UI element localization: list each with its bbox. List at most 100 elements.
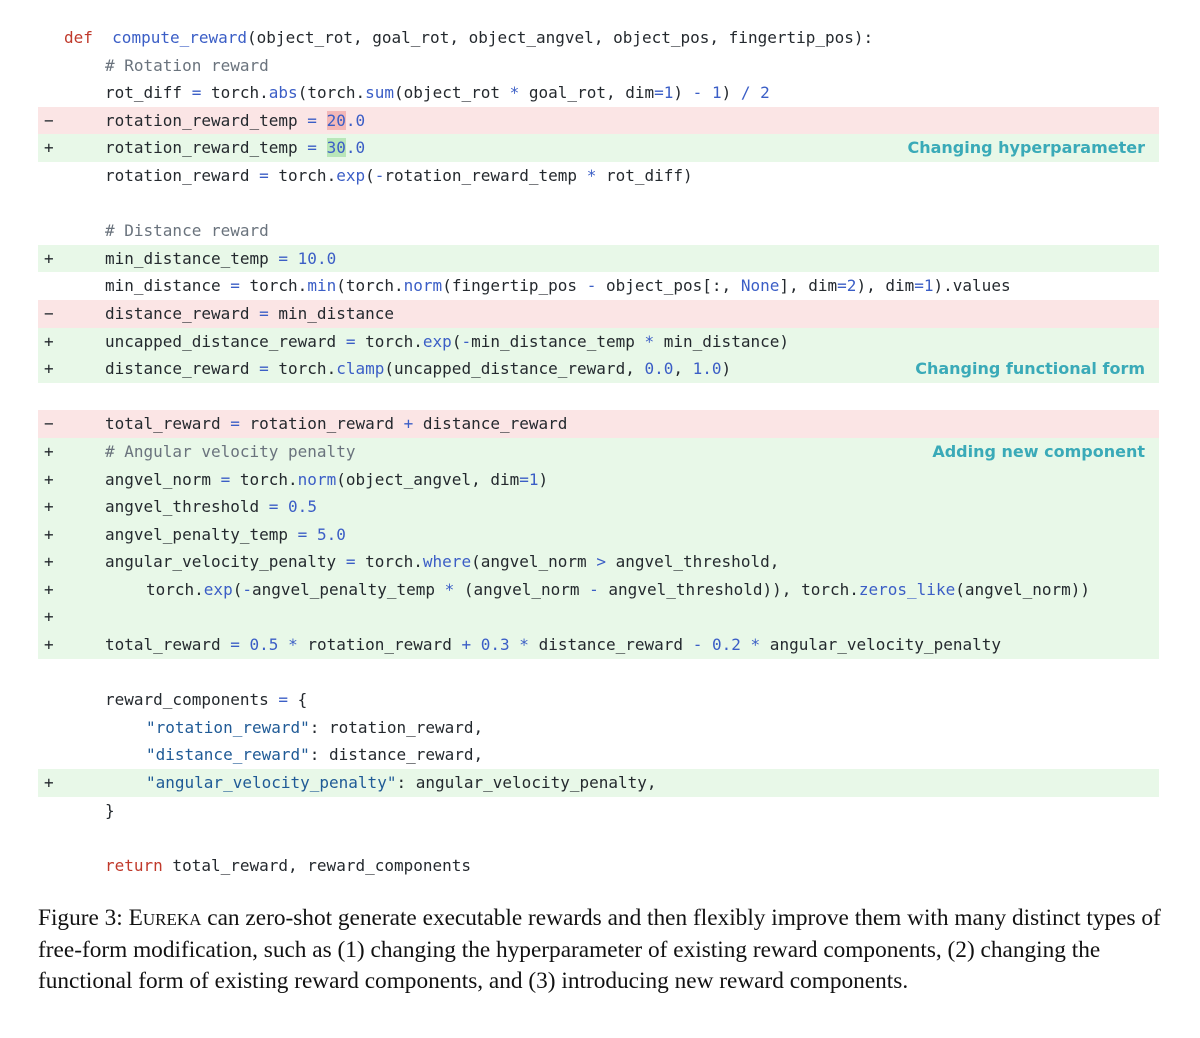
diff-line-added: + uncapped_distance_reward = torch.exp(-m…	[38, 327, 1159, 356]
code-token: reward_components	[105, 690, 279, 710]
code-token: (angvel_norm	[471, 552, 597, 572]
code-token: (object_rot, goal_rot, object_angvel, ob…	[247, 28, 874, 47]
code-text: torch.exp(-angvel_penalty_temp * (angvel…	[146, 576, 1090, 604]
code-token: .0	[345, 138, 366, 158]
diff-line-added: + min_distance_temp = 10.0	[38, 244, 1159, 273]
diff-line-added: + torch.exp(-angvel_penalty_temp * (angve…	[38, 575, 1159, 604]
diff-line-added: + angvel_penalty_temp = 5.0	[38, 520, 1159, 549]
diff-line-added: + rotation_reward_temp = 30.0 Changing hyp…	[38, 134, 1159, 162]
code-token: exp	[336, 165, 366, 185]
code-token: 10.0	[297, 248, 337, 268]
code-token: -	[692, 83, 703, 103]
code-token: rotation_reward	[105, 165, 260, 185]
method-name: EUREKA	[128, 905, 202, 931]
code-token: (	[451, 331, 462, 351]
code-token: -	[586, 276, 597, 296]
diff-marker: +	[44, 497, 54, 517]
code-token: exp	[422, 331, 452, 351]
code-token: 1	[528, 469, 539, 489]
annotation-label: Changing functional form	[915, 359, 1145, 379]
code-token: =	[268, 497, 279, 517]
code-token: goal_rot, dim	[519, 83, 655, 103]
code-token: torch.	[239, 276, 308, 296]
code-token: sum	[365, 83, 395, 103]
code-token: min_distance_temp	[471, 331, 645, 351]
code-text: # Distance reward	[105, 217, 269, 245]
code-token: =	[230, 414, 240, 434]
code-text: "rotation_reward": rotation_reward,	[146, 714, 483, 742]
code-token: zeros_like	[858, 579, 956, 599]
caption-text: can zero-shot generate executable reward…	[38, 905, 1161, 994]
code-token: =	[278, 248, 289, 268]
diff-marker: +	[44, 331, 54, 351]
code-token: min_distance	[105, 276, 231, 296]
code-text: "distance_reward": distance_reward,	[146, 741, 483, 769]
code-text: # Angular velocity penalty	[105, 438, 355, 466]
code-text: # Rotation reward	[105, 52, 269, 80]
figure-caption: Figure 3: EUREKA can zero-shot generate …	[38, 903, 1163, 997]
code-token: *	[288, 635, 298, 655]
code-token: angular_velocity_penalty	[760, 635, 1001, 655]
diff-line: # Distance reward	[38, 217, 1159, 245]
code-token: =	[259, 359, 269, 379]
code-token: (fingertip_pos	[442, 276, 587, 296]
code-token: =	[278, 690, 289, 710]
code-token: *	[644, 331, 655, 351]
code-token: exp	[203, 579, 233, 599]
code-token: 0.5	[288, 497, 317, 517]
diff-line-added: + angvel_norm = torch.norm(object_angvel,…	[38, 465, 1159, 494]
annotation-label: Adding new component	[932, 441, 1145, 461]
code-token: # Rotation reward	[105, 55, 269, 75]
code-token: 30	[326, 138, 346, 158]
code-token: torch.	[268, 165, 337, 185]
code-token: norm	[297, 469, 337, 489]
code-token: where	[422, 552, 472, 572]
code-token: min	[307, 276, 337, 296]
diff-marker: +	[44, 607, 54, 627]
code-text: reward_components = {	[105, 686, 307, 714]
code-token: =	[654, 83, 664, 103]
code-text: rotation_reward_temp = 30.0	[105, 134, 365, 162]
code-token: torch.	[355, 552, 423, 572]
code-token: distance_reward	[528, 635, 693, 655]
code-token: +	[461, 635, 472, 655]
code-token: =	[837, 276, 847, 296]
diff-line: reward_components = {	[38, 686, 1159, 714]
code-token: =	[259, 165, 269, 185]
diff-marker: −	[44, 414, 54, 434]
diff-line-added: + "angular_velocity_penalty": angular_vel…	[38, 769, 1159, 797]
code-token: =	[230, 635, 240, 655]
code-token: angvel_penalty_temp	[251, 579, 445, 599]
code-text: }	[105, 797, 115, 825]
code-token: # Angular velocity penalty	[105, 441, 356, 461]
code-text: distance_reward = min_distance	[105, 300, 394, 328]
code-token: =	[307, 110, 317, 130]
code-text: "angular_velocity_penalty": angular_velo…	[146, 769, 657, 797]
code-text: angvel_threshold = 0.5	[105, 493, 317, 521]
code-token: (uncapped_distance_reward,	[384, 359, 645, 379]
diff-line-added: + distance_reward = torch.clamp(uncapped_…	[38, 355, 1159, 383]
code-token: =	[220, 469, 231, 489]
diff-line	[38, 659, 1159, 687]
code-token: norm	[403, 276, 443, 296]
code-token: : angular_velocity_penalty,	[396, 773, 657, 793]
code-token: ], dim	[779, 276, 838, 296]
code-token: rot_diff)	[596, 165, 693, 185]
diff-marker: −	[44, 303, 54, 323]
code-token: torch.	[230, 469, 298, 489]
diff-line-removed: − rotation_reward_temp = 20.0	[38, 106, 1159, 135]
diff-marker: +	[44, 441, 54, 461]
diff-marker: +	[44, 635, 54, 655]
code-token: angvel_threshold	[105, 497, 269, 517]
diff-line: }	[38, 797, 1159, 825]
code-token: =	[230, 276, 240, 296]
code-token: )	[538, 469, 549, 489]
diff-line-added: + angular_velocity_penalty = torch.where(…	[38, 548, 1159, 576]
code-token: torch.	[146, 579, 204, 599]
code-token: *	[509, 83, 520, 103]
code-token: total_reward	[105, 635, 231, 655]
code-token: torch.	[201, 83, 269, 103]
code-token: *	[750, 635, 761, 655]
